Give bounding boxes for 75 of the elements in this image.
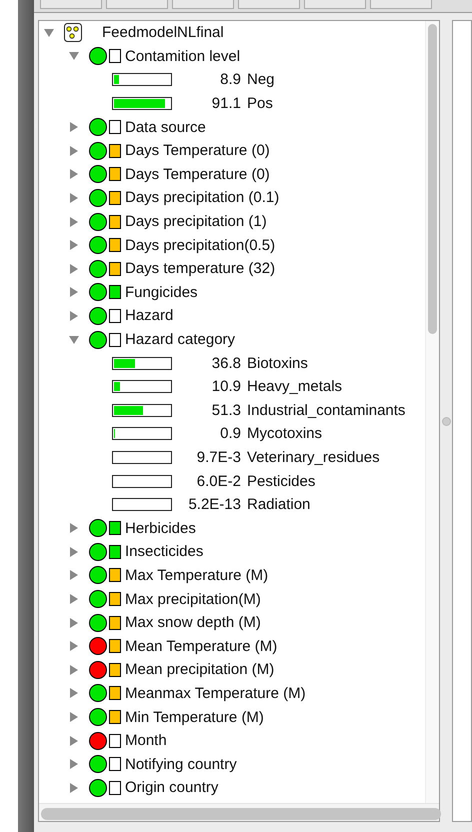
node-label[interactable]: Fungicides [125,284,198,301]
state-label: Industrial_contaminants [247,402,406,419]
expand-arrow-icon[interactable] [69,523,79,534]
expand-arrow-icon[interactable] [69,169,79,180]
state-label: Veterinary_residues [247,448,380,466]
toolbar-button[interactable] [304,0,366,9]
expand-arrow-icon[interactable] [69,310,79,321]
expand-arrow-icon[interactable] [69,240,79,250]
expand-arrow-icon[interactable] [69,759,79,770]
state-value: 10.9 [212,378,241,396]
expand-arrow-icon[interactable] [69,546,79,557]
expand-arrow-icon[interactable] [69,712,79,722]
node-label[interactable]: Hazard category [125,331,236,348]
state-label: Biotoxins [247,354,308,372]
node-label[interactable]: Contamition level [125,48,240,65]
node-label[interactable]: Days Temperature (0) [125,142,270,160]
vertical-scrollbar[interactable] [425,21,439,803]
collapse-arrow-icon[interactable] [69,334,79,345]
network-icon [64,23,82,42]
toolbar-button[interactable] [172,0,234,9]
state-value: 6.0E-2 [196,472,241,490]
state-label: Radiation [247,496,310,514]
toolbar-button[interactable] [238,0,300,9]
expand-arrow-icon[interactable] [69,146,79,156]
state-label: Pos [247,95,273,112]
node-label[interactable]: Meanmax Temperature (M) [125,684,306,702]
node-label[interactable]: Notifying country [125,756,237,773]
expand-arrow-icon[interactable] [69,594,79,604]
state-value: 0.9 [220,425,241,442]
toolbar-button[interactable] [370,0,432,9]
state-value: 91.1 [212,95,241,112]
node-label[interactable]: Month [125,732,167,750]
collapse-arrow-icon[interactable] [44,28,54,38]
node-label[interactable]: Days precipitation(0.5) [125,236,276,254]
node-label[interactable]: Max precipitation(M) [125,590,261,608]
toolbar-button[interactable] [40,0,102,9]
state-value: 36.8 [212,354,241,372]
expand-arrow-icon[interactable] [69,736,79,746]
expand-arrow-icon[interactable] [69,287,79,298]
state-label: Pesticides [247,472,316,490]
node-label[interactable]: Mean Temperature (M) [125,638,278,655]
collapse-arrow-icon[interactable] [69,51,79,62]
state-label: Neg [247,71,275,88]
node-label[interactable]: Min Temperature (M) [125,708,264,726]
node-label[interactable]: Max Temperature (M) [125,566,268,584]
node-label[interactable]: Hazard [125,307,174,324]
node-label[interactable]: Insecticides [125,543,204,560]
state-label: Heavy_metals [247,378,342,396]
node-label[interactable]: Herbicides [125,520,196,537]
node-label[interactable]: Max snow depth (M) [125,614,261,632]
node-label[interactable]: Data source [125,118,206,136]
horizontal-scrollbar[interactable] [39,803,439,821]
state-value: 9.7E-3 [196,448,241,466]
expand-arrow-icon[interactable] [69,782,79,793]
expand-arrow-icon[interactable] [69,122,79,132]
toolbar-button[interactable] [106,0,168,9]
expand-arrow-icon[interactable] [69,618,79,628]
node-label[interactable]: Days temperature (32) [125,260,276,278]
expand-arrow-icon[interactable] [69,192,79,203]
node-label[interactable]: Mean precipitation (M) [125,661,274,678]
state-value: 51.3 [212,402,241,419]
state-value: 8.9 [220,71,241,88]
node-label[interactable]: Days precipitation (0.1) [125,189,280,206]
node-label[interactable]: Origin country [125,779,218,796]
node-label[interactable]: Days precipitation (1) [125,213,267,230]
expand-arrow-icon[interactable] [69,664,79,675]
expand-arrow-icon[interactable] [69,216,79,227]
state-label: Mycotoxins [247,425,322,442]
network-name[interactable]: FeedmodelNLfinal [102,24,224,42]
state-value: 5.2E-13 [188,496,241,514]
expand-arrow-icon[interactable] [69,570,79,580]
node-label[interactable]: Days Temperature (0) [125,166,270,183]
expand-arrow-icon[interactable] [69,688,79,698]
expand-arrow-icon[interactable] [69,641,79,652]
expand-arrow-icon[interactable] [69,264,79,274]
